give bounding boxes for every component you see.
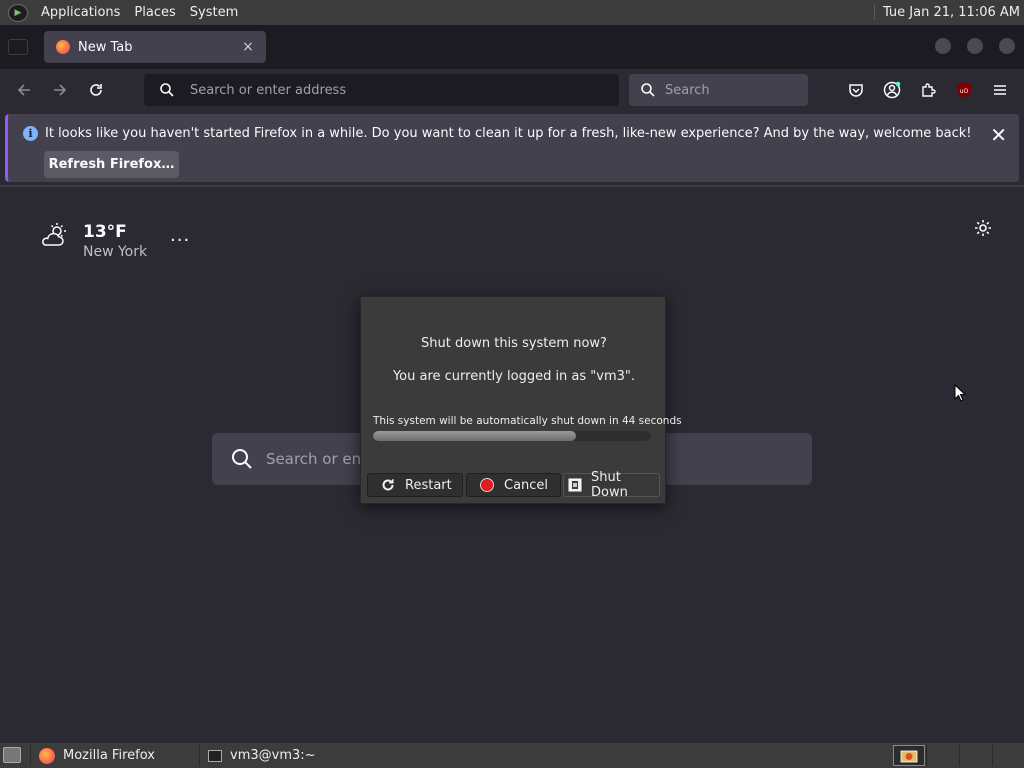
- tab-new-tab[interactable]: New Tab ×: [44, 31, 266, 63]
- account-button[interactable]: [881, 79, 903, 101]
- gear-icon[interactable]: [972, 217, 994, 239]
- svg-text:uO: uO: [960, 88, 969, 95]
- panel-clock[interactable]: Tue Jan 21, 11:06 AM: [873, 5, 1020, 20]
- restart-icon: [381, 478, 395, 492]
- mouse-cursor-icon: [954, 384, 966, 402]
- cancel-icon: [480, 478, 494, 492]
- search-icon: [641, 83, 655, 97]
- cancel-label: Cancel: [504, 477, 549, 493]
- forward-button[interactable]: [47, 77, 73, 103]
- search-input[interactable]: [665, 82, 808, 98]
- shutdown-label: Shut Down: [591, 470, 628, 500]
- forward-arrow-icon: [54, 84, 67, 96]
- puzzle-icon: [922, 83, 936, 97]
- navigation-toolbar: uO: [0, 69, 1024, 111]
- workspace-switcher-active[interactable]: [893, 745, 925, 766]
- ublock-shield-icon: uO: [957, 82, 971, 98]
- refresh-firefox-button[interactable]: Refresh Firefox…: [44, 151, 179, 178]
- workspace-2[interactable]: [926, 745, 959, 766]
- weather-widget[interactable]: 13°F New York: [40, 222, 147, 260]
- pocket-button[interactable]: [845, 79, 867, 101]
- taskbar-item-terminal[interactable]: vm3@vm3:~: [199, 745, 371, 766]
- progress-fill: [373, 431, 576, 441]
- reload-icon: [90, 84, 102, 96]
- shutdown-icon: [568, 478, 582, 492]
- shutdown-button[interactable]: Shut Down: [563, 470, 660, 500]
- minimize-window-button[interactable]: [935, 38, 951, 54]
- tab-title: New Tab: [78, 39, 133, 55]
- show-desktop-icon[interactable]: [3, 747, 21, 763]
- taskbar-item-label: vm3@vm3:~: [230, 748, 316, 763]
- menu-system[interactable]: System: [183, 5, 245, 20]
- tab-list-icon[interactable]: [8, 39, 28, 55]
- firefox-icon: [39, 747, 55, 764]
- refresh-notification: i It looks like you haven't started Fire…: [5, 114, 1019, 182]
- app-menu-button[interactable]: [989, 79, 1011, 101]
- notification-message: It looks like you haven't started Firefo…: [45, 126, 972, 141]
- address-bar[interactable]: [144, 74, 619, 106]
- browser-tabbar: New Tab ×: [0, 25, 1024, 69]
- close-window-button[interactable]: [999, 38, 1015, 54]
- search-icon: [232, 449, 252, 469]
- partly-cloudy-icon: [42, 223, 66, 246]
- ublock-origin-button[interactable]: uO: [953, 79, 975, 101]
- notification-close-icon[interactable]: ✕: [990, 123, 1007, 147]
- dialog-logged-in-text: You are currently logged in as "vm3".: [392, 369, 636, 384]
- workspace-4[interactable]: [992, 745, 1024, 766]
- info-icon: i: [23, 126, 38, 141]
- restart-button[interactable]: Restart: [367, 473, 463, 497]
- menu-applications[interactable]: Applications: [34, 5, 127, 20]
- divider: [0, 185, 1024, 187]
- dialog-title: Shut down this system now?: [421, 336, 607, 351]
- shutdown-dialog: Shut down this system now? You are curre…: [360, 296, 682, 504]
- restart-label: Restart: [405, 477, 452, 493]
- menu-places[interactable]: Places: [127, 5, 182, 20]
- top-panel: ▶ Applications Places System Tue Jan 21,…: [0, 0, 1024, 25]
- shutdown-progress-bar: [373, 431, 651, 441]
- firefox-mini-icon: [900, 750, 918, 762]
- maximize-window-button[interactable]: [967, 38, 983, 54]
- search-icon: [160, 83, 174, 97]
- pocket-icon: [849, 84, 863, 97]
- bottom-panel: Mozilla Firefox vm3@vm3:~: [0, 743, 1024, 768]
- weather-more-options-icon[interactable]: ···: [170, 230, 190, 251]
- hamburger-menu-icon: [994, 85, 1006, 95]
- terminal-icon: [208, 749, 222, 762]
- firefox-favicon-icon: [56, 40, 70, 54]
- address-input[interactable]: [190, 82, 619, 98]
- tab-close-icon[interactable]: ×: [240, 39, 256, 55]
- reload-button[interactable]: [83, 77, 109, 103]
- back-button[interactable]: [11, 77, 37, 103]
- dialog-countdown-text: This system will be automatically shut d…: [373, 415, 682, 427]
- taskbar-item-firefox[interactable]: Mozilla Firefox: [30, 745, 198, 766]
- extensions-button[interactable]: [917, 79, 939, 101]
- cancel-button[interactable]: Cancel: [466, 473, 561, 497]
- applications-logo-icon[interactable]: ▶: [8, 3, 28, 22]
- workspace-3[interactable]: [959, 745, 992, 766]
- weather-location: New York: [83, 244, 148, 260]
- account-icon: [883, 81, 901, 99]
- weather-temperature: 13°F: [83, 222, 127, 242]
- search-bar[interactable]: [629, 74, 808, 106]
- back-arrow-icon: [17, 84, 30, 96]
- taskbar-item-label: Mozilla Firefox: [63, 748, 155, 763]
